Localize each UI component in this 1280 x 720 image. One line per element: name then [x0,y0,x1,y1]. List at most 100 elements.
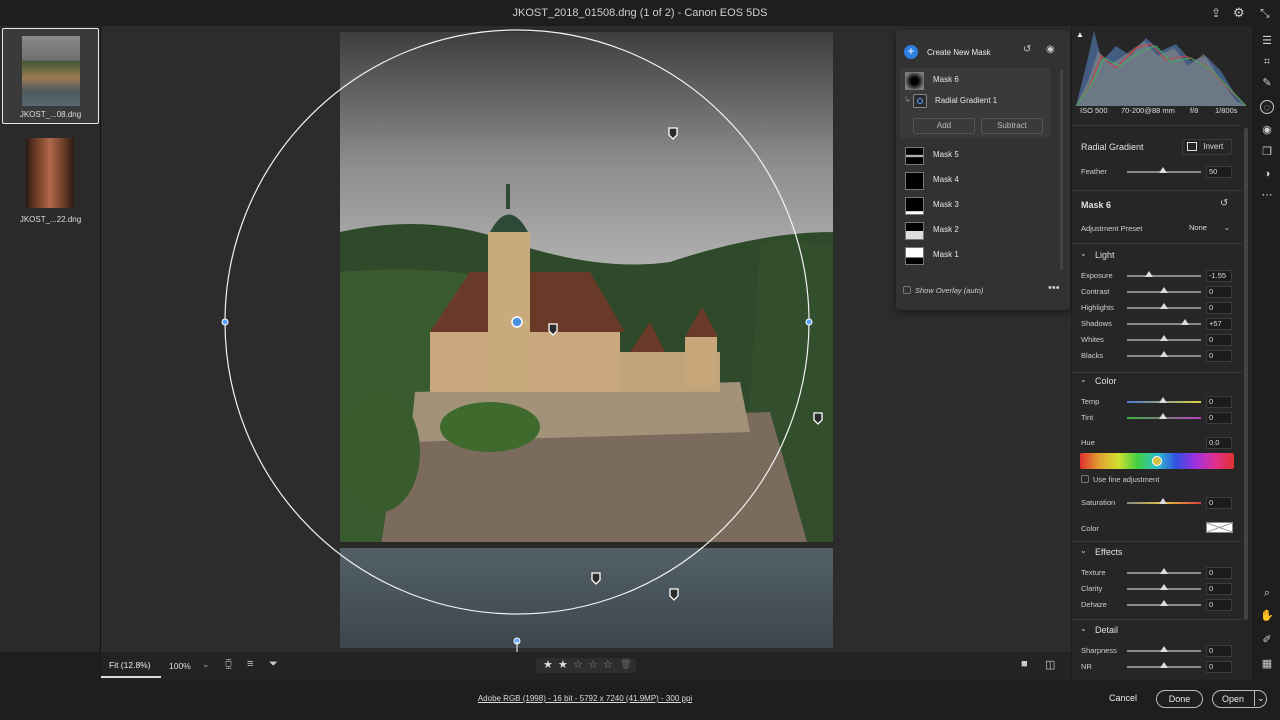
mask-component-radial[interactable]: ↳ Radial Gradient 1 [902,91,1054,113]
light-section-title[interactable]: Light [1095,250,1115,260]
texture-value[interactable]: 0 [1206,567,1232,579]
whites-slider-knob[interactable] [1160,335,1168,341]
mask-item-3[interactable]: Mask 3 [902,195,1054,217]
hand-icon[interactable]: ✋ [1260,609,1274,623]
edit-sliders-icon[interactable]: ☰ [1260,34,1274,48]
highlights-slider-knob[interactable] [1160,303,1168,309]
tint-value[interactable]: 0 [1206,412,1232,424]
zoom-dropdown[interactable]: 100% [169,661,191,671]
chevron-down-icon[interactable]: ⌄ [202,659,210,670]
hue-picker-handle[interactable] [1152,456,1162,466]
exposure-value[interactable]: -1.55 [1206,270,1232,282]
texture-slider-knob[interactable] [1160,568,1168,574]
clarity-slider-knob[interactable] [1160,584,1168,590]
star-icon-5[interactable]: ☆ [603,658,613,671]
contrast-value[interactable]: 0 [1206,286,1232,298]
filmstrip-item-2[interactable]: JKOST_...22.dng [2,132,99,228]
effects-section-title[interactable]: Effects [1095,547,1122,557]
zoom-icon[interactable]: ⌕ [1260,586,1274,600]
masking-icon[interactable]: ◌ [1260,100,1274,114]
more-icon[interactable]: ⋯ [1260,188,1274,202]
clarity-value[interactable]: 0 [1206,583,1232,595]
crop-icon[interactable]: ⌗ [1260,55,1274,69]
saturation-slider-knob[interactable] [1159,498,1167,504]
whites-value[interactable]: 0 [1206,334,1232,346]
sharpness-slider-knob[interactable] [1160,646,1168,652]
color-swatch[interactable] [1206,522,1233,533]
dehaze-value[interactable]: 0 [1206,599,1232,611]
filmstrip-item-1[interactable]: JKOST_...08.dng [2,28,99,124]
feather-value[interactable]: 50 [1206,166,1232,178]
chevron-down-icon[interactable]: ⌄ [1080,249,1087,258]
workflow-options-link[interactable]: Adobe RGB (1998) - 16 bit - 5792 x 7240 … [0,694,1170,703]
gear-icon[interactable]: ⚙ [1233,0,1245,26]
star-icon-2[interactable]: ★ [558,658,568,671]
subtract-button[interactable]: Subtract [981,118,1043,134]
export-icon[interactable]: ⇪ [1211,0,1221,26]
done-button[interactable]: Done [1156,690,1203,708]
chevron-down-icon[interactable]: ⌄ [1080,546,1087,555]
shadows-slider-knob[interactable] [1180,319,1189,325]
color-sampler-icon[interactable]: ✐ [1260,633,1274,647]
filter-icon[interactable]: ⏷ [269,658,278,671]
cancel-button[interactable]: Cancel [1109,693,1137,703]
trash-icon[interactable]: 🗑 [620,659,631,670]
saturation-value[interactable]: 0 [1206,497,1232,509]
shadows-slider[interactable] [1127,323,1201,325]
star-icon-4[interactable]: ☆ [588,658,598,671]
reset-icon[interactable]: ↺ [1023,44,1031,55]
plus-icon[interactable]: + [904,45,918,59]
more-options-icon[interactable]: ••• [1048,282,1060,294]
dehaze-slider-knob[interactable] [1160,600,1168,606]
snapshots-icon[interactable]: ❐ [1260,145,1274,159]
presets-icon[interactable]: ◑ [1260,167,1274,181]
sharpness-value[interactable]: 0 [1206,645,1232,657]
red-eye-icon[interactable]: ◉ [1260,123,1274,137]
reset-mask-icon[interactable]: ↺ [1220,198,1228,209]
create-new-mask-button[interactable]: Create New Mask [927,48,991,57]
mask-item-1[interactable]: Mask 1 [902,245,1054,267]
chevron-down-icon[interactable]: ⌄ [1080,375,1087,384]
highlights-value[interactable]: 0 [1206,302,1232,314]
temp-slider-knob[interactable] [1159,397,1167,403]
mask-list-scrollbar[interactable] [1060,70,1063,270]
healing-brush-icon[interactable]: ✎ [1260,76,1274,90]
color-section-title[interactable]: Color [1095,376,1117,386]
mask-item-5[interactable]: Mask 5 [902,145,1054,167]
single-view-icon[interactable]: ■ [1021,658,1028,670]
invert-button[interactable]: Invert [1182,139,1232,155]
show-overlay-checkbox[interactable] [903,286,911,294]
tint-slider-knob[interactable] [1159,413,1167,419]
feather-slider-knob[interactable] [1159,167,1167,173]
chevron-down-icon[interactable]: ⌄ [1254,690,1265,706]
add-button[interactable]: Add [913,118,975,134]
exposure-slider-knob[interactable] [1145,271,1154,277]
fine-adjustment-checkbox[interactable] [1081,475,1089,483]
panel-scrollbar[interactable] [1244,128,1248,620]
mask-item-6[interactable]: Mask 6 [902,70,1054,92]
detail-section-title[interactable]: Detail [1095,625,1118,635]
exposure-slider[interactable] [1127,275,1201,277]
star-icon-1[interactable]: ★ [543,658,553,671]
before-after-icon[interactable]: ◫ [1045,658,1055,671]
fit-zoom-button[interactable]: Fit (12.8%) [101,652,161,678]
sort-icon[interactable]: ≡ [247,658,253,670]
shadows-value[interactable]: +57 [1206,318,1232,330]
contrast-slider-knob[interactable] [1160,287,1168,293]
mask-item-4[interactable]: Mask 4 [902,170,1054,192]
star-icon-3[interactable]: ☆ [573,658,583,671]
open-button[interactable]: Open ⌄ [1212,690,1267,708]
visibility-icon[interactable]: ◉ [1046,44,1055,55]
grid-icon[interactable]: ▦ [1260,657,1274,671]
blacks-slider-knob[interactable] [1160,351,1168,357]
preset-dropdown[interactable]: None ⌄ [1184,221,1232,235]
nr-value[interactable]: 0 [1206,661,1232,673]
hue-value[interactable]: 0.0 [1206,437,1232,449]
nr-slider-knob[interactable] [1160,662,1168,668]
clipping-warning-icon[interactable]: ▲ [1076,30,1084,39]
collapse-icon[interactable]: ⤡ [1260,0,1270,26]
mask-item-2[interactable]: Mask 2 [902,220,1054,242]
chevron-down-icon[interactable]: ⌄ [1080,624,1087,633]
blacks-value[interactable]: 0 [1206,350,1232,362]
filmstrip-toggle-icon[interactable]: ⧮ [225,658,232,671]
